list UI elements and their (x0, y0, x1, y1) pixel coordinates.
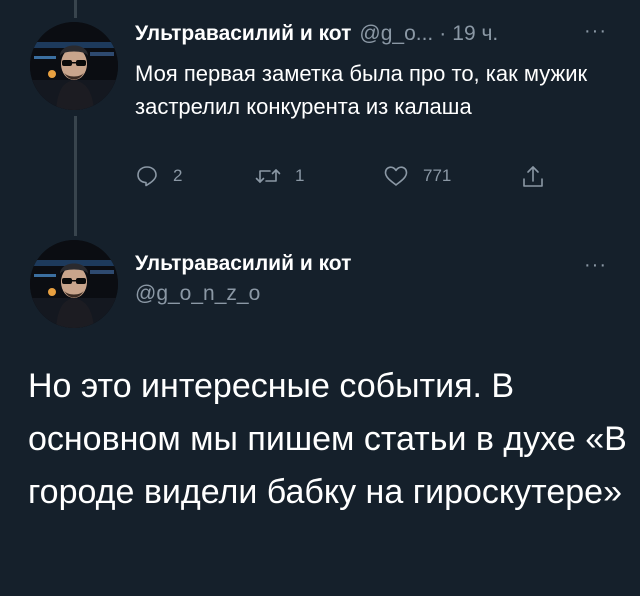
timestamp[interactable]: 19 ч. (452, 22, 498, 46)
tweet-reply[interactable]: Ультравасилий и кот @g_o... · 19 ч. ··· … (0, 0, 640, 210)
reply-button[interactable]: 2 (135, 164, 182, 188)
tweet-header: Ультравасилий и кот @g_o... · 19 ч. (135, 22, 498, 54)
avatar[interactable] (30, 240, 118, 328)
reply-icon (137, 166, 157, 187)
author-handle[interactable]: @g_o_n_z_o (135, 282, 260, 306)
retweet-icon (255, 169, 281, 183)
reply-count: 2 (173, 166, 183, 185)
heart-icon (384, 166, 408, 186)
more-icon[interactable]: ··· (584, 20, 607, 43)
like-button[interactable]: 771 (383, 164, 451, 188)
author-name[interactable]: Ультравасилий и кот (135, 252, 351, 276)
tweet-actions: 2 1 771 (135, 164, 555, 194)
avatar-image (30, 240, 118, 328)
avatar[interactable] (30, 22, 118, 110)
retweet-count: 1 (295, 166, 305, 185)
share-button[interactable] (521, 164, 559, 190)
retweet-button[interactable]: 1 (255, 164, 304, 188)
share-icon (523, 166, 543, 187)
tweet-text: Но это интересные события. В основном мы… (28, 367, 627, 511)
tweet-main[interactable]: Ультравасилий и кот @g_o_n_z_o ··· Но эт… (0, 230, 640, 596)
tweet-text: Моя первая заметка была про то, как мужи… (135, 61, 588, 119)
like-count: 771 (423, 166, 452, 185)
avatar-image (30, 22, 118, 110)
author-handle[interactable]: @g_o... (359, 22, 433, 46)
author-name[interactable]: Ультравасилий и кот (135, 22, 351, 46)
separator-dot: · (439, 22, 447, 45)
more-icon[interactable]: ··· (584, 254, 607, 277)
